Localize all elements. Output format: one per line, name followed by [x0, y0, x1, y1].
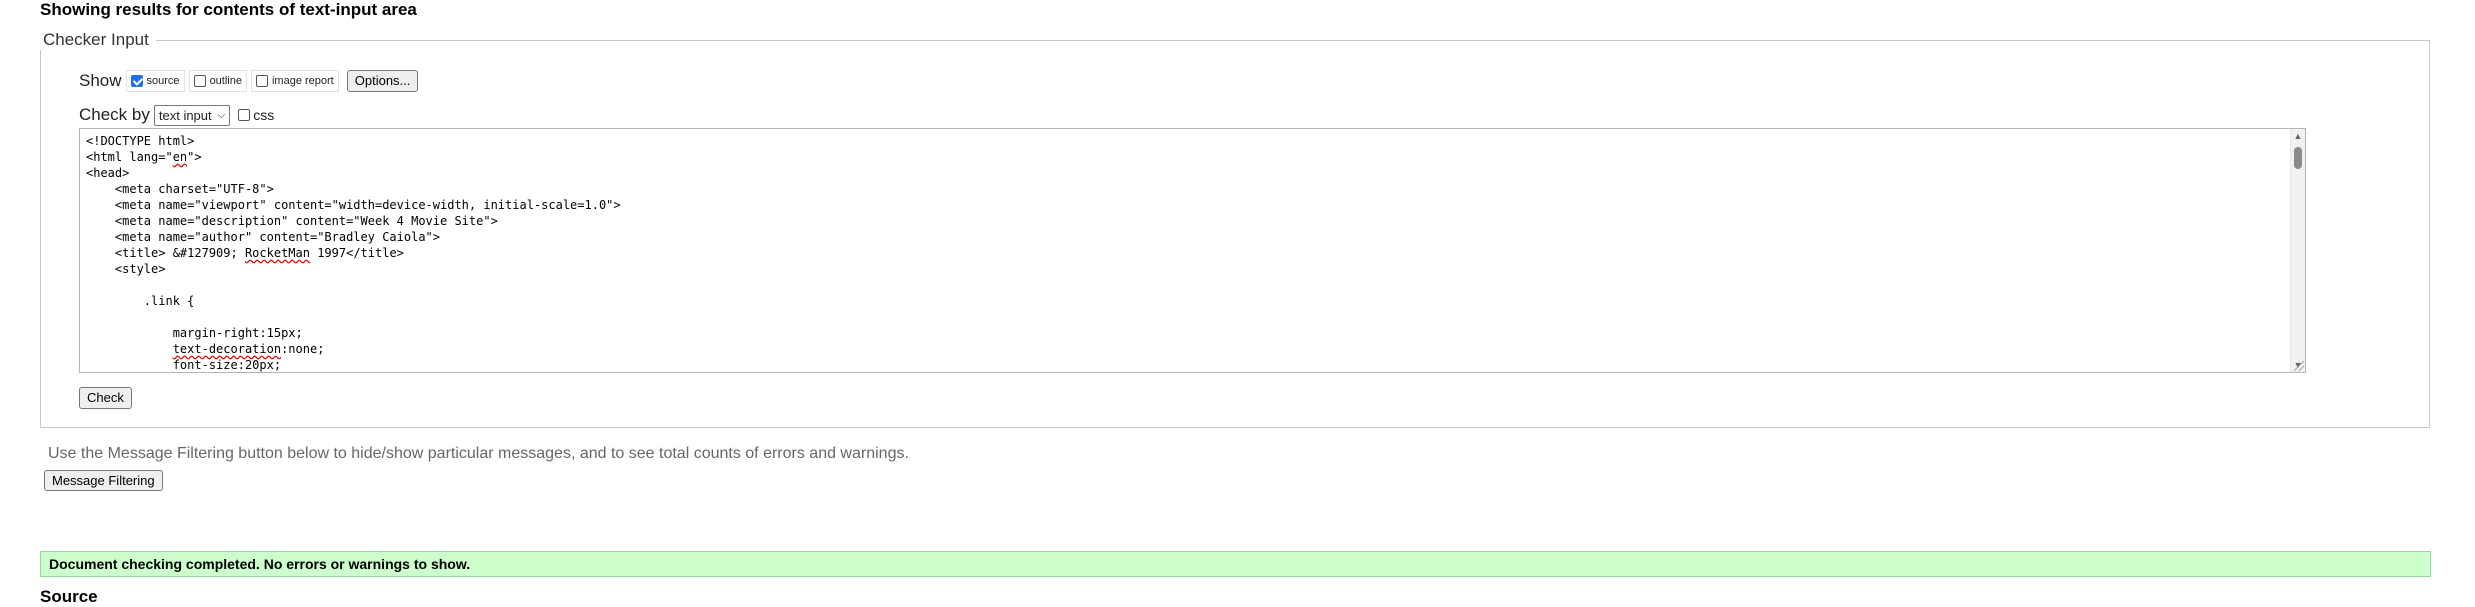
show-options-row: Show source outline image report Options…: [79, 70, 419, 92]
show-image-report-option[interactable]: image report: [250, 70, 339, 92]
textarea-scrollbar[interactable]: ▲ ▼: [2290, 129, 2305, 372]
code-line: .link {: [86, 294, 195, 308]
code-line: <meta charset="UTF-8">: [86, 182, 274, 196]
css-option[interactable]: css: [238, 107, 274, 123]
page-heading: Showing results for contents of text-inp…: [40, 0, 417, 19]
show-source-label: source: [146, 75, 180, 87]
success-message: Document checking completed. No errors o…: [40, 551, 2431, 577]
message-filtering-button[interactable]: Message Filtering: [44, 470, 163, 491]
source-code: <!DOCTYPE html> <html lang="en"> <head> …: [80, 129, 2305, 372]
show-image-report-label: image report: [271, 75, 334, 87]
code-line: margin-right:15px;: [86, 326, 303, 340]
code-line: <head>: [86, 166, 130, 180]
show-outline-checkbox[interactable]: [193, 75, 206, 87]
source-heading: Source: [40, 587, 98, 606]
options-button[interactable]: Options...: [346, 70, 419, 92]
scroll-up-arrow-icon[interactable]: ▲: [2291, 129, 2305, 143]
code-line: <!DOCTYPE html>: [86, 134, 195, 148]
resize-handle-icon[interactable]: [2294, 361, 2304, 371]
check-button[interactable]: Check: [79, 387, 132, 409]
source-textarea[interactable]: <!DOCTYPE html> <html lang="en"> <head> …: [79, 128, 2306, 373]
code-line: font-size:20px;: [86, 358, 282, 372]
checker-input-legend: Checker Input: [36, 30, 156, 50]
show-outline-label: outline: [209, 75, 242, 87]
check-by-select[interactable]: text input ⌵: [153, 104, 231, 126]
code-line: <meta name="author" content="Bradley Cai…: [86, 230, 441, 244]
code-line: <style>: [86, 262, 166, 276]
css-checkbox[interactable]: [238, 109, 251, 121]
code-line: <html lang="en">: [86, 150, 202, 164]
message-filtering-info: Use the Message Filtering button below t…: [48, 445, 909, 462]
code-line: <meta name="description" content="Week 4…: [86, 214, 498, 228]
show-source-checkbox[interactable]: [130, 75, 143, 87]
code-line: <meta name="viewport" content="width=dev…: [86, 198, 621, 212]
css-label: css: [253, 107, 275, 123]
show-label: Show: [79, 71, 122, 90]
code-line: <title> &#127909; RocketMan 1997</title>: [86, 246, 404, 260]
chevron-down-icon: ⌵: [217, 109, 226, 121]
check-by-select-value: text input: [158, 107, 212, 123]
check-by-row: Check by text input ⌵ css: [79, 104, 274, 126]
show-outline-option[interactable]: outline: [188, 70, 247, 92]
show-image-report-checkbox[interactable]: [255, 75, 268, 87]
scrollbar-thumb[interactable]: [2294, 147, 2302, 169]
code-line: text-decoration:none;: [172, 342, 325, 356]
check-by-label: Check by: [79, 105, 150, 124]
show-source-option[interactable]: source: [125, 70, 185, 92]
